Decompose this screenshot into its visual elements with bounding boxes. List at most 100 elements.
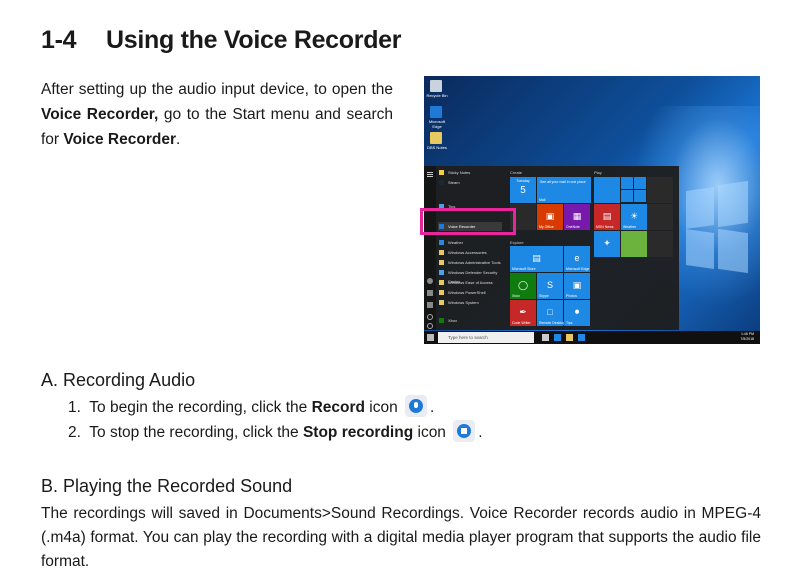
step-text: To stop the recording, click the <box>89 424 303 442</box>
tile-label: Remote Desktop <box>539 321 566 325</box>
tile-label: Microsoft Edge <box>566 267 590 271</box>
edge-icon: e <box>574 252 580 263</box>
steam-icon <box>439 180 444 185</box>
app-list-item[interactable]: Sticky Notes <box>438 168 510 177</box>
store-tile[interactable]: ▤ Microsoft Store <box>510 246 563 272</box>
section-b-body: The recordings will saved in Documents>S… <box>41 505 761 570</box>
settings-icon[interactable] <box>427 314 433 320</box>
office-icon: ▣ <box>545 210 555 221</box>
small-tile[interactable] <box>621 177 633 189</box>
bird-game-tile[interactable]: ✦ <box>594 231 620 257</box>
blank-tile[interactable] <box>647 177 673 203</box>
documents-icon[interactable] <box>427 290 433 296</box>
calendar-tile[interactable]: Tuesday 5 <box>510 177 536 203</box>
game-tile[interactable] <box>594 177 620 203</box>
app-list-item-label: Windows System <box>448 300 479 305</box>
folder-icon <box>439 250 444 255</box>
windows-start-icon[interactable] <box>427 334 434 341</box>
page-title: Using the Voice Recorder <box>106 26 402 54</box>
msn-news-tile[interactable]: ▤ MSN News <box>594 204 620 230</box>
app-list-item[interactable]: Steam <box>438 178 510 187</box>
app-list-item[interactable]: Weather <box>438 238 510 247</box>
folder-icon <box>439 280 444 285</box>
app-list-item-label: Steam <box>448 180 460 185</box>
app-list-item[interactable]: Windows Defender Security Center <box>438 268 510 284</box>
app-list-item[interactable]: Windows System <box>438 298 510 307</box>
desktop-icon-label: Recycle Bin <box>426 93 448 98</box>
code-writer-icon: ✒ <box>519 306 527 317</box>
tile-label: Skype <box>539 294 549 298</box>
hamburger-icon[interactable] <box>427 172 433 173</box>
step-text: . <box>430 399 435 417</box>
taskbar-search-input[interactable]: Type here to search <box>438 332 534 343</box>
onenote-icon: ▦ <box>572 210 582 221</box>
tile-label: Photos <box>566 294 577 298</box>
recycle-bin-icon[interactable] <box>430 80 442 92</box>
sun-icon: ☀ <box>629 210 639 221</box>
app-list-item-label: Windows Accessories <box>448 250 487 255</box>
tips-tile[interactable]: ⚫ Tips <box>564 300 590 326</box>
small-tile[interactable] <box>621 190 633 202</box>
pictures-icon[interactable] <box>427 302 433 308</box>
mail-tile[interactable]: See all your mail in one place Mail <box>537 177 591 203</box>
folder-icon <box>439 260 444 265</box>
tile-label: Code Writer <box>512 321 531 325</box>
desktop-icon-label: DBS Notes <box>427 145 447 150</box>
task-view-icon[interactable] <box>542 334 549 341</box>
xbox-tile[interactable]: ◯ Xbox <box>510 273 536 299</box>
wallpaper-windows-logo <box>686 180 748 274</box>
tile-group-label: Create <box>510 170 523 175</box>
small-tile[interactable] <box>634 177 646 189</box>
app-list-item[interactable]: Xbox <box>438 316 510 325</box>
skype-tile[interactable]: S Skype <box>537 273 563 299</box>
onenote-tile[interactable]: ▦ OneNote <box>564 204 590 230</box>
remote-desktop-tile[interactable]: □ Remote Desktop <box>537 300 566 326</box>
step-text: icon <box>364 399 398 417</box>
app-list-item[interactable]: Windows Ease of Access <box>438 278 510 287</box>
intro-bold-2: Voice Recorder <box>63 131 176 148</box>
app-list-item[interactable]: Windows PowerShell <box>438 288 510 297</box>
news-icon: ▤ <box>602 210 612 221</box>
blank-tile[interactable] <box>647 204 673 230</box>
app-list-item-label: Windows PowerShell <box>448 290 486 295</box>
my-office-tile[interactable]: ▣ My Office <box>537 204 563 230</box>
tile-label: Mail <box>539 198 546 202</box>
app-list-item-label: Windows Ease of Access <box>448 280 493 285</box>
step-2: 2. To stop the recording, click the Stop… <box>68 420 483 444</box>
app-list-item[interactable]: Windows Accessories <box>438 248 510 257</box>
file-explorer-icon[interactable] <box>566 334 573 341</box>
small-tile[interactable] <box>634 190 646 202</box>
intro-bold-1: Voice Recorder, <box>41 106 159 123</box>
intro-text-1: After setting up the audio input device,… <box>41 81 393 98</box>
photos-tile[interactable]: ▣ Photos <box>564 273 590 299</box>
tile-label: OneNote <box>566 225 581 229</box>
store-taskbar-icon[interactable] <box>578 334 585 341</box>
start-rail <box>424 166 436 330</box>
section-b-title: B. Playing the Recorded Sound <box>41 476 293 496</box>
heading-number: 1-4 <box>41 26 77 54</box>
green-game-tile[interactable] <box>621 231 647 257</box>
edge-tile[interactable]: e Microsoft Edge <box>564 246 590 272</box>
app-list-item-label: Sticky Notes <box>448 170 471 175</box>
user-icon[interactable] <box>427 278 433 284</box>
app-list-item-label: Weather <box>448 240 464 245</box>
photos-icon: ▣ <box>572 279 582 290</box>
store-icon: ▤ <box>532 252 541 263</box>
taskbar-clock[interactable]: 1:46 PM 7/5/2018 <box>740 332 754 342</box>
power-icon[interactable] <box>427 323 433 329</box>
app-list-item[interactable]: Windows Administrative Tools <box>438 258 510 267</box>
calendar-date: 5 <box>520 185 526 196</box>
weather-tile[interactable]: ☀ Weather <box>621 204 647 230</box>
code-writer-tile[interactable]: ✒ Code Writer <box>510 300 536 326</box>
clock-date: 7/5/2018 <box>740 337 754 341</box>
tile-label: Xbox <box>512 294 520 298</box>
edge-desktop-icon[interactable] <box>430 106 442 118</box>
desktop-icon-label: Microsoft Edge <box>428 119 446 129</box>
edge-taskbar-icon[interactable] <box>554 334 561 341</box>
tile-label: Weather <box>623 225 637 229</box>
stop-recording-button-icon <box>453 420 476 442</box>
folder-icon[interactable] <box>430 132 442 144</box>
blank-tile[interactable] <box>647 231 673 257</box>
shield-icon <box>439 270 444 275</box>
step-number: 1. <box>68 399 81 417</box>
